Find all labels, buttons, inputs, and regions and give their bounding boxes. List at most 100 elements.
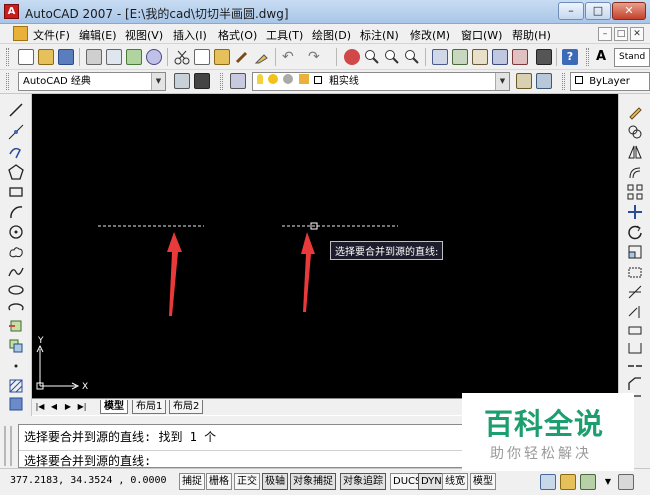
calculator-icon[interactable] [536,49,552,65]
array-icon[interactable] [627,184,643,200]
join-icon[interactable] [627,358,643,374]
dyn-toggle[interactable]: DYN [418,473,445,490]
publish-icon[interactable] [126,49,142,65]
undo-icon[interactable]: ↶ [282,49,298,65]
maximize-button[interactable]: □ [585,2,611,20]
hatch-icon[interactable] [8,378,24,394]
markup-icon[interactable] [512,49,528,65]
menu-dimension[interactable]: 标注(N) [360,27,399,43]
layer-viewport-icon[interactable] [283,74,294,84]
drawing-close-button[interactable]: ✕ [630,27,644,41]
menu-format[interactable]: 格式(O) [218,27,257,43]
layer-freeze-icon[interactable] [268,74,279,84]
erase-icon[interactable] [627,104,643,120]
make-block-icon[interactable] [8,338,24,354]
communication-center-icon[interactable] [540,474,556,490]
copy-icon[interactable] [194,49,210,65]
layer-previous-icon[interactable] [536,73,552,89]
layer-manager-icon[interactable] [230,73,246,89]
circle-icon[interactable] [8,224,24,240]
minimize-button[interactable]: – [558,2,584,20]
tray-settings-icon[interactable] [580,474,596,490]
clean-screen-icon[interactable] [618,474,634,490]
stretch-icon[interactable] [627,264,643,280]
otrack-toggle[interactable]: 对象追踪 [340,473,386,490]
drawing-canvas[interactable]: Y X 选择要合并到源的直线: [32,94,618,398]
print-icon[interactable] [86,49,102,65]
coordinate-readout[interactable]: 377.2183, 34.3524 , 0.0000 [10,475,167,486]
grid-toggle[interactable]: 栅格 [206,473,232,490]
paste-icon[interactable] [214,49,230,65]
workspace-select[interactable]: AutoCAD 经典 ▼ [18,72,166,91]
toolbar-grip[interactable] [6,48,9,66]
arc-icon[interactable] [8,204,24,220]
prev-tab-button[interactable]: ◀ [48,401,60,413]
mirror-icon[interactable] [627,144,643,160]
line-icon[interactable] [8,102,24,118]
model-space-toggle[interactable]: 模型 [470,473,496,490]
chevron-down-icon[interactable]: ▼ [600,474,616,490]
menu-edit[interactable]: 编辑(E) [79,27,117,43]
new-icon[interactable] [18,49,34,65]
menu-tools[interactable]: 工具(T) [266,27,303,43]
toolbar-grip[interactable] [562,73,565,90]
break-icon[interactable] [627,340,643,356]
document-icon[interactable] [13,26,28,41]
rectangle-icon[interactable] [8,184,24,200]
lock-toolbar-icon[interactable] [560,474,576,490]
3d-dwf-icon[interactable] [146,49,162,65]
menu-help[interactable]: 帮助(H) [512,27,551,43]
first-tab-button[interactable]: |◀ [34,401,46,413]
help-icon[interactable]: ? [562,49,578,65]
offset-icon[interactable] [627,164,643,180]
next-tab-button[interactable]: ▶ [62,401,74,413]
extend-icon[interactable] [627,304,643,320]
copy-object-icon[interactable] [627,124,643,140]
zoom-previous-icon[interactable] [404,49,420,65]
tab-layout1[interactable]: 布局1 [132,400,167,414]
move-icon[interactable] [627,204,643,220]
ortho-toggle[interactable]: 正交 [234,473,260,490]
last-tab-button[interactable]: ▶| [76,401,88,413]
pan-icon[interactable] [344,49,360,65]
workspace-settings-icon[interactable] [174,73,190,89]
block-editor-icon[interactable] [254,49,270,65]
drawing-minimize-button[interactable]: – [598,27,612,41]
zoom-realtime-icon[interactable] [364,49,380,65]
zoom-window-icon[interactable] [384,49,400,65]
color-select[interactable]: ByLayer [570,72,650,91]
tab-layout2[interactable]: 布局2 [169,400,204,414]
toolbar-grip[interactable] [220,73,223,90]
close-button[interactable]: ✕ [612,2,646,20]
gradient-icon[interactable] [8,396,24,412]
snap-toggle[interactable]: 捕捉 [179,473,205,490]
rotate-icon[interactable] [627,224,643,240]
polygon-icon[interactable] [8,164,24,180]
chevron-down-icon[interactable]: ▼ [151,73,165,90]
print-preview-icon[interactable] [106,49,122,65]
text-style-icon[interactable]: A [596,49,612,65]
match-properties-icon[interactable] [234,49,250,65]
sheet-set-icon[interactable] [492,49,508,65]
point-icon[interactable] [8,358,24,374]
drawing-restore-button[interactable]: □ [614,27,628,41]
menu-file[interactable]: 文件(F) [33,27,70,43]
command-window-grip[interactable] [4,426,12,466]
redo-icon[interactable]: ↷ [308,49,324,65]
insert-block-icon[interactable] [8,318,24,334]
chevron-down-icon[interactable]: ▼ [495,73,509,90]
chamfer-icon[interactable] [627,376,643,392]
make-layer-current-icon[interactable] [516,73,532,89]
tab-model[interactable]: 模型 [100,400,128,414]
properties-icon[interactable] [432,49,448,65]
menu-modify[interactable]: 修改(M) [410,27,450,43]
polar-toggle[interactable]: 极轴 [262,473,288,490]
save-workspace-icon[interactable] [194,73,210,89]
trim-icon[interactable] [627,284,643,300]
layer-on-icon[interactable] [257,74,263,84]
toolbar-grip[interactable] [586,48,589,66]
autocad-app-icon[interactable]: A [4,4,19,19]
menu-view[interactable]: 视图(V) [125,27,163,43]
spline-icon[interactable] [8,264,24,280]
layer-lock-icon[interactable] [298,74,309,84]
